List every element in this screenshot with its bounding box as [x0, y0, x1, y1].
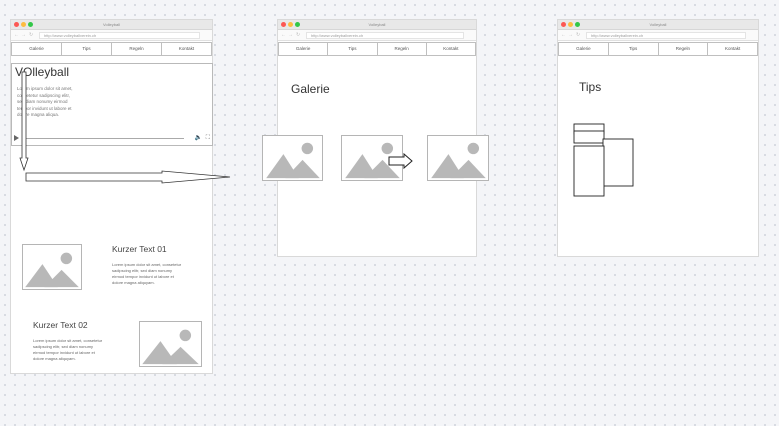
- address-bar: ← → ↻ http://www.volleyballverein.ch: [11, 30, 212, 41]
- close-dot-icon[interactable]: [561, 22, 566, 27]
- nav-bar: Galerie Tips Regeln Kontakt: [278, 42, 476, 56]
- image-icon: [266, 142, 320, 179]
- nav-tab-regeln[interactable]: Regeln: [657, 42, 709, 56]
- text1-title: Kurzer Text 01: [112, 244, 167, 254]
- video-title: VOlleyball: [15, 65, 70, 79]
- nav-tab-tips[interactable]: Tips: [61, 42, 112, 56]
- address-bar: ← → ↻ http://www.volleyballverein.ch: [278, 30, 476, 41]
- nav-tab-regeln[interactable]: Regeln: [111, 42, 162, 56]
- text2-title: Kurzer Text 02: [33, 320, 88, 330]
- maximize-dot-icon[interactable]: [295, 22, 300, 27]
- forward-arrow-icon[interactable]: →: [568, 33, 573, 38]
- window-title: Volleyball: [103, 22, 120, 27]
- back-arrow-icon[interactable]: ←: [281, 33, 286, 38]
- reload-icon[interactable]: ↻: [296, 33, 300, 38]
- image-placeholder-1: [22, 244, 82, 290]
- maximize-dot-icon[interactable]: [28, 22, 33, 27]
- image-icon: [25, 252, 79, 288]
- text1-body: Lorem ipsum dolor sit amet, consetetur s…: [112, 262, 182, 285]
- window-title: Volleyball: [649, 22, 667, 27]
- video-controls: 🔈 ⛶: [12, 134, 212, 143]
- video-progress-track[interactable]: [24, 138, 184, 139]
- video-player[interactable]: VOlleyball Lorem ipsum dolor sit amet, c…: [11, 63, 213, 146]
- minimize-dot-icon[interactable]: [568, 22, 573, 27]
- image-icon: [345, 142, 400, 179]
- window-titlebar: Volleyball: [278, 20, 476, 30]
- tips-page-mockup: Volleyball ← → ↻ http://www.volleyballve…: [557, 19, 759, 257]
- nav-tab-galerie[interactable]: Galerie: [558, 42, 609, 56]
- nav-bar: Galerie Tips Regeln Kontakt: [558, 42, 758, 56]
- minimize-dot-icon[interactable]: [288, 22, 293, 27]
- url-field[interactable]: http://www.volleyballverein.ch: [586, 32, 746, 39]
- fullscreen-icon[interactable]: ⛶: [206, 134, 210, 142]
- nav-tab-kontakt[interactable]: Kontakt: [161, 42, 212, 56]
- image-placeholder-2: [139, 321, 202, 367]
- gallery-heading: Galerie: [291, 82, 330, 96]
- nav-tab-kontakt[interactable]: Kontakt: [425, 42, 476, 56]
- url-field[interactable]: http://www.volleyballverein.ch: [306, 32, 464, 39]
- gallery-image-1[interactable]: [262, 135, 323, 181]
- reload-icon[interactable]: ↻: [576, 33, 580, 38]
- close-dot-icon[interactable]: [14, 22, 19, 27]
- nav-tab-galerie[interactable]: Galerie: [11, 42, 62, 56]
- address-bar: ← → ↻ http://www.volleyballverein.ch: [558, 30, 758, 41]
- window-title: Volleyball: [368, 22, 386, 27]
- volume-icon[interactable]: 🔈: [195, 134, 202, 142]
- nav-tab-tips[interactable]: Tips: [327, 42, 378, 56]
- window-titlebar: Volleyball: [558, 20, 758, 30]
- gallery-image-3[interactable]: [427, 135, 489, 181]
- tips-heading: Tips: [579, 80, 602, 94]
- reload-icon[interactable]: ↻: [29, 33, 33, 38]
- close-dot-icon[interactable]: [281, 22, 286, 27]
- text2-body: Lorem ipsum dolor sit amet, consetetur s…: [33, 338, 103, 361]
- window-titlebar: Volleyball: [11, 20, 212, 30]
- nav-tab-kontakt[interactable]: Kontakt: [707, 42, 758, 56]
- forward-arrow-icon[interactable]: →: [21, 33, 26, 38]
- nav-bar: Galerie Tips Regeln Kontakt: [11, 42, 212, 56]
- forward-arrow-icon[interactable]: →: [288, 33, 293, 38]
- url-field[interactable]: http://www.volleyballverein.ch: [39, 32, 200, 39]
- nav-tab-regeln[interactable]: Regeln: [376, 42, 427, 56]
- image-icon: [142, 329, 199, 365]
- back-arrow-icon[interactable]: ←: [561, 33, 566, 38]
- back-arrow-icon[interactable]: ←: [14, 33, 19, 38]
- maximize-dot-icon[interactable]: [575, 22, 580, 27]
- image-icon: [431, 142, 486, 179]
- nav-tab-galerie[interactable]: Galerie: [278, 42, 329, 56]
- gallery-image-2[interactable]: [341, 135, 403, 181]
- nav-tab-tips[interactable]: Tips: [607, 42, 659, 56]
- play-icon[interactable]: [14, 135, 19, 141]
- video-text: Lorem ipsum dolor sit amet, consetetur s…: [17, 86, 73, 118]
- minimize-dot-icon[interactable]: [21, 22, 26, 27]
